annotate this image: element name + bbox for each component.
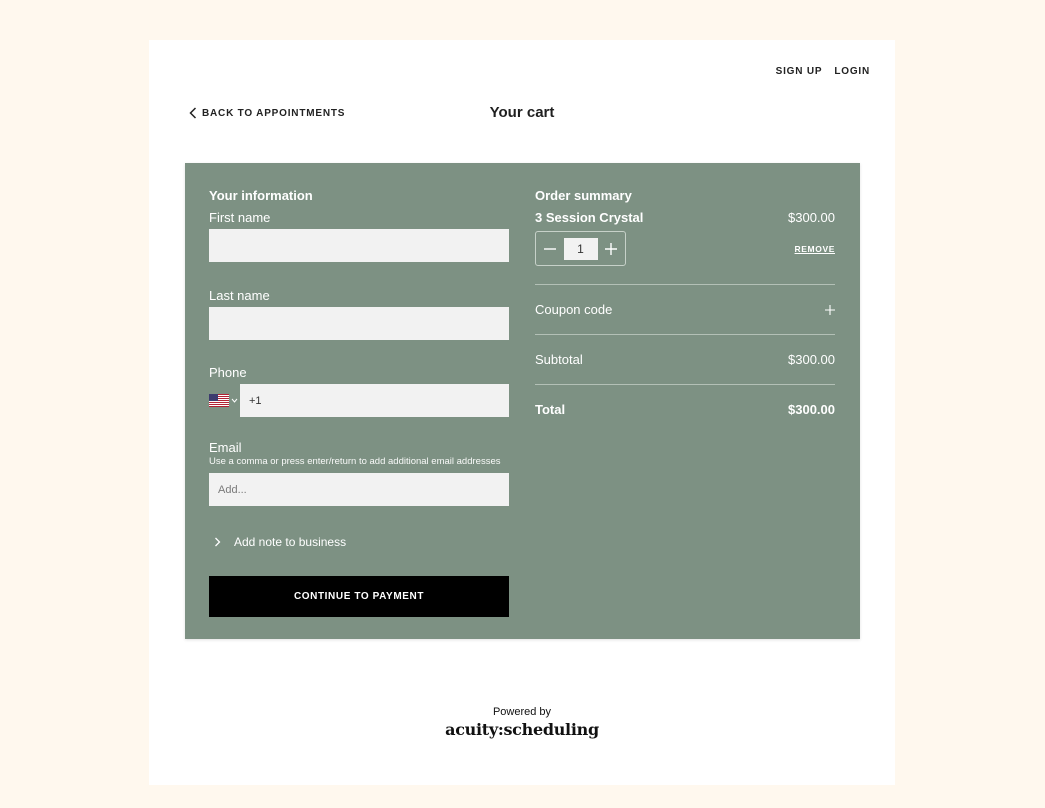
coupon-code-row[interactable]: Coupon code — [535, 285, 835, 334]
phone-label: Phone — [209, 365, 247, 380]
top-nav: SIGN UP LOGIN — [776, 66, 870, 77]
continue-to-payment-button[interactable]: CONTINUE TO PAYMENT — [209, 576, 509, 617]
phone-input[interactable] — [240, 384, 509, 417]
subtotal-value: $300.00 — [788, 352, 835, 367]
item-name: 3 Session Crystal — [535, 210, 644, 225]
cart-card: SIGN UP LOGIN BACK TO APPOINTMENTS Your … — [149, 40, 895, 785]
coupon-code-label: Coupon code — [535, 302, 613, 317]
remove-item-link[interactable]: REMOVE — [795, 244, 835, 254]
chevron-right-icon — [215, 537, 221, 547]
section-title-order-summary: Order summary — [535, 188, 632, 203]
total-value: $300.00 — [788, 402, 835, 417]
plus-icon — [605, 242, 617, 255]
cart-item: 3 Session Crystal $300.00 — [535, 210, 835, 225]
powered-by-text: Powered by — [492, 706, 552, 718]
add-note-toggle[interactable]: Add note to business — [209, 535, 509, 549]
order-summary-section: Order summary 3 Session Crystal $300.00 … — [535, 188, 835, 434]
signup-link[interactable]: SIGN UP — [776, 66, 823, 77]
email-label: Email — [209, 440, 242, 455]
page-title: Your cart — [489, 104, 555, 121]
add-note-label: Add note to business — [234, 535, 347, 549]
coupon-expand-plus-icon[interactable] — [825, 304, 835, 315]
total-row: Total $300.00 — [535, 385, 835, 434]
decrease-quantity-button[interactable] — [542, 241, 558, 257]
last-name-label: Last name — [209, 288, 270, 303]
subtotal-row: Subtotal $300.00 — [535, 335, 835, 384]
last-name-input[interactable] — [209, 307, 509, 340]
increase-quantity-button[interactable] — [603, 241, 619, 257]
item-price: $300.00 — [788, 210, 835, 225]
minus-icon — [544, 247, 556, 250]
your-information-section: Your information First name Last name Ph… — [209, 188, 509, 617]
quantity-value[interactable]: 1 — [563, 237, 598, 260]
email-helper-text: Use a comma or press enter/return to add… — [209, 456, 501, 467]
total-label: Total — [535, 402, 566, 417]
us-flag-icon — [209, 394, 229, 407]
checkout-panel: Your information First name Last name Ph… — [185, 163, 860, 639]
email-input[interactable] — [209, 473, 509, 506]
section-title-information: Your information — [209, 188, 313, 203]
quantity-stepper: 1 — [535, 231, 626, 266]
first-name-input[interactable] — [209, 229, 509, 262]
chevron-down-icon — [231, 398, 238, 403]
login-link[interactable]: LOGIN — [834, 66, 870, 77]
acuity-scheduling-logo[interactable]: acuity:scheduling — [149, 720, 895, 739]
first-name-label: First name — [209, 210, 271, 225]
country-select[interactable] — [209, 384, 240, 417]
subtotal-label: Subtotal — [535, 352, 583, 367]
